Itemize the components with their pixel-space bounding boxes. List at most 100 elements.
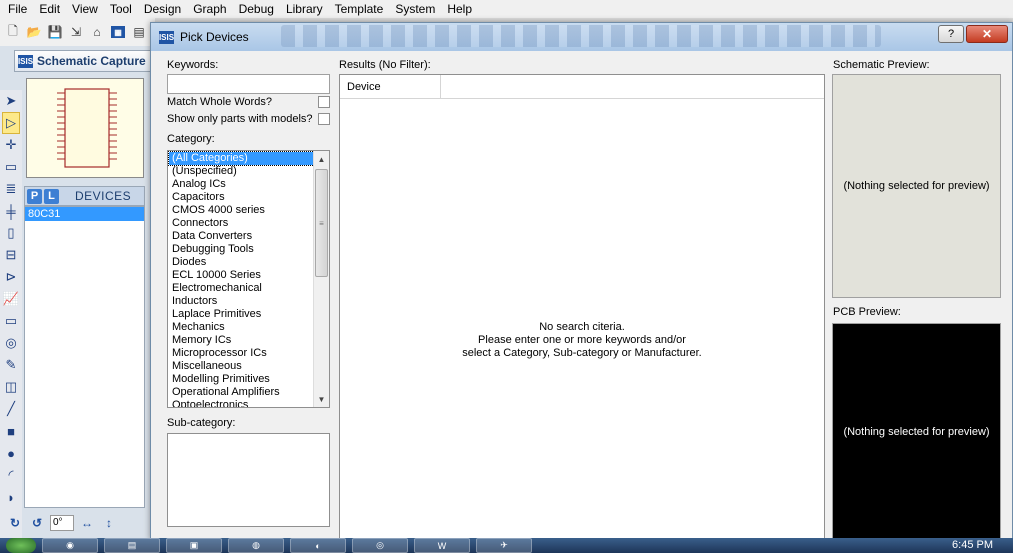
- menu-graph[interactable]: Graph: [187, 2, 232, 16]
- menu-tool[interactable]: Tool: [104, 2, 138, 16]
- voltage-probe-icon[interactable]: ✎: [2, 354, 20, 376]
- menu-debug[interactable]: Debug: [233, 2, 280, 16]
- scroll-up-icon[interactable]: ▲: [314, 151, 329, 167]
- category-item[interactable]: Microprocessor ICs: [169, 347, 314, 360]
- flip-vertical-icon[interactable]: ↕: [100, 514, 118, 532]
- category-item-all[interactable]: (All Categories): [168, 151, 315, 166]
- menu-system[interactable]: System: [389, 2, 441, 16]
- wire-label-icon[interactable]: ▭: [2, 156, 20, 178]
- category-item[interactable]: Miscellaneous: [169, 360, 314, 373]
- subcircuit-icon[interactable]: ▯: [2, 222, 20, 244]
- subcategory-list[interactable]: [167, 433, 330, 527]
- line-icon[interactable]: ╱: [2, 398, 20, 420]
- firefox-taskbar-icon[interactable]: ◍: [228, 538, 284, 553]
- menu-view[interactable]: View: [66, 2, 104, 16]
- category-item[interactable]: Mechanics: [169, 321, 314, 334]
- menu-help[interactable]: Help: [441, 2, 478, 16]
- rotate-ccw-icon[interactable]: ↺: [28, 514, 46, 532]
- explorer-taskbar-icon[interactable]: ▤: [104, 538, 160, 553]
- chrome-taskbar-icon[interactable]: ◎: [352, 538, 408, 553]
- category-list: (All Categories) (Unspecified) Analog IC…: [167, 150, 330, 408]
- pick-devices-button[interactable]: P: [27, 188, 42, 204]
- results-message-line: Please enter one or more keywords and/or: [478, 334, 686, 346]
- category-item[interactable]: Electromechanical: [169, 282, 314, 295]
- chip-preview-icon: [57, 88, 117, 168]
- select-mode-icon[interactable]: ➤: [2, 90, 20, 112]
- column-header-device[interactable]: Device: [340, 75, 441, 98]
- menu-design[interactable]: Design: [138, 2, 187, 16]
- category-item[interactable]: Memory ICs: [169, 334, 314, 347]
- close-button[interactable]: ✕: [966, 25, 1008, 43]
- category-item[interactable]: Analog ICs: [169, 178, 314, 191]
- category-item[interactable]: Inductors: [169, 295, 314, 308]
- isis-icon[interactable]: ▦: [109, 23, 127, 41]
- import-icon[interactable]: ⇲: [67, 23, 85, 41]
- match-whole-words-checkbox[interactable]: [318, 95, 330, 108]
- taskbar-clock[interactable]: 6:45 PM: [952, 539, 993, 551]
- box-icon[interactable]: ■: [2, 420, 20, 442]
- overview-preview[interactable]: [26, 78, 144, 178]
- device-pin-icon[interactable]: ⊳: [2, 266, 20, 288]
- models-only-row: Show only parts with models?: [167, 111, 330, 126]
- category-item[interactable]: Laplace Primitives: [169, 308, 314, 321]
- category-item[interactable]: Capacitors: [169, 191, 314, 204]
- ares-icon[interactable]: ▤: [130, 23, 148, 41]
- start-button[interactable]: [6, 538, 36, 553]
- text-script-icon[interactable]: ≣: [2, 178, 20, 200]
- arc-icon[interactable]: ◜: [2, 464, 20, 486]
- circle-icon[interactable]: ●: [2, 442, 20, 464]
- category-item[interactable]: Diodes: [169, 256, 314, 269]
- category-item[interactable]: Optoelectronics: [169, 399, 314, 407]
- dialog-title-bar[interactable]: ISIS Pick Devices ? ✕: [151, 23, 1012, 51]
- save-icon[interactable]: 💾: [46, 23, 64, 41]
- rotate-cw-icon[interactable]: ↻: [6, 514, 24, 532]
- home-icon[interactable]: ⌂: [88, 23, 106, 41]
- tape-recorder-icon[interactable]: ▭: [2, 310, 20, 332]
- junction-icon[interactable]: ✛: [2, 134, 20, 156]
- path-icon[interactable]: ◗: [2, 486, 20, 508]
- category-item[interactable]: (Unspecified): [169, 165, 314, 178]
- word-taskbar-icon[interactable]: W: [414, 538, 470, 553]
- tab-schematic-capture[interactable]: ISIS Schematic Capture: [14, 50, 154, 72]
- category-item[interactable]: CMOS 4000 series: [169, 204, 314, 217]
- generator-icon[interactable]: ◎: [2, 332, 20, 354]
- virtual-instrument-icon[interactable]: ◫: [2, 376, 20, 398]
- component-mode-icon[interactable]: ▷: [2, 112, 20, 134]
- menu-template[interactable]: Template: [329, 2, 390, 16]
- isis-logo-icon: ▦: [111, 26, 125, 38]
- help-button[interactable]: ?: [938, 25, 964, 43]
- category-item[interactable]: Debugging Tools: [169, 243, 314, 256]
- app-taskbar-icon[interactable]: ◐: [290, 538, 346, 553]
- open-folder-icon[interactable]: 📂: [25, 23, 43, 41]
- category-item[interactable]: ECL 10000 Series: [169, 269, 314, 282]
- ie-taskbar-icon[interactable]: ◉: [42, 538, 98, 553]
- results-message-line: select a Category, Sub-category or Manuf…: [462, 347, 702, 359]
- menu-library[interactable]: Library: [280, 2, 329, 16]
- category-item[interactable]: Connectors: [169, 217, 314, 230]
- library-manager-button[interactable]: L: [44, 188, 59, 204]
- flip-horizontal-icon[interactable]: ↔: [78, 514, 96, 532]
- rotation-angle-field[interactable]: 0°: [50, 515, 74, 531]
- device-list-item[interactable]: 80C31: [25, 207, 144, 221]
- bus-icon[interactable]: ╪: [2, 200, 20, 222]
- scroll-down-icon[interactable]: ▼: [314, 391, 329, 407]
- category-item[interactable]: Operational Amplifiers: [169, 386, 314, 399]
- tab-schematic-capture-label: Schematic Capture: [37, 54, 146, 68]
- proteus-taskbar-icon[interactable]: ✈: [476, 538, 532, 553]
- pcb-preview-text: (Nothing selected for preview): [843, 426, 990, 438]
- terminal-icon[interactable]: ⊟: [2, 244, 20, 266]
- keywords-input[interactable]: [167, 74, 330, 94]
- app-taskbar-icon[interactable]: ▣: [166, 538, 222, 553]
- category-item[interactable]: Data Converters: [169, 230, 314, 243]
- match-whole-words-row: Match Whole Words?: [167, 94, 330, 109]
- new-file-icon[interactable]: 🗋: [4, 23, 22, 41]
- menu-file[interactable]: File: [2, 2, 33, 16]
- category-item[interactable]: Modelling Primitives: [169, 373, 314, 386]
- category-scrollbar[interactable]: ▲ ≡ ▼: [313, 151, 329, 407]
- menu-edit[interactable]: Edit: [33, 2, 66, 16]
- scroll-thumb[interactable]: ≡: [315, 169, 328, 277]
- dialog-title: Pick Devices: [180, 30, 249, 44]
- models-only-checkbox[interactable]: [318, 112, 330, 125]
- results-table[interactable]: Device No search citeria. Please enter o…: [339, 74, 825, 540]
- graph-icon[interactable]: 📈: [2, 288, 20, 310]
